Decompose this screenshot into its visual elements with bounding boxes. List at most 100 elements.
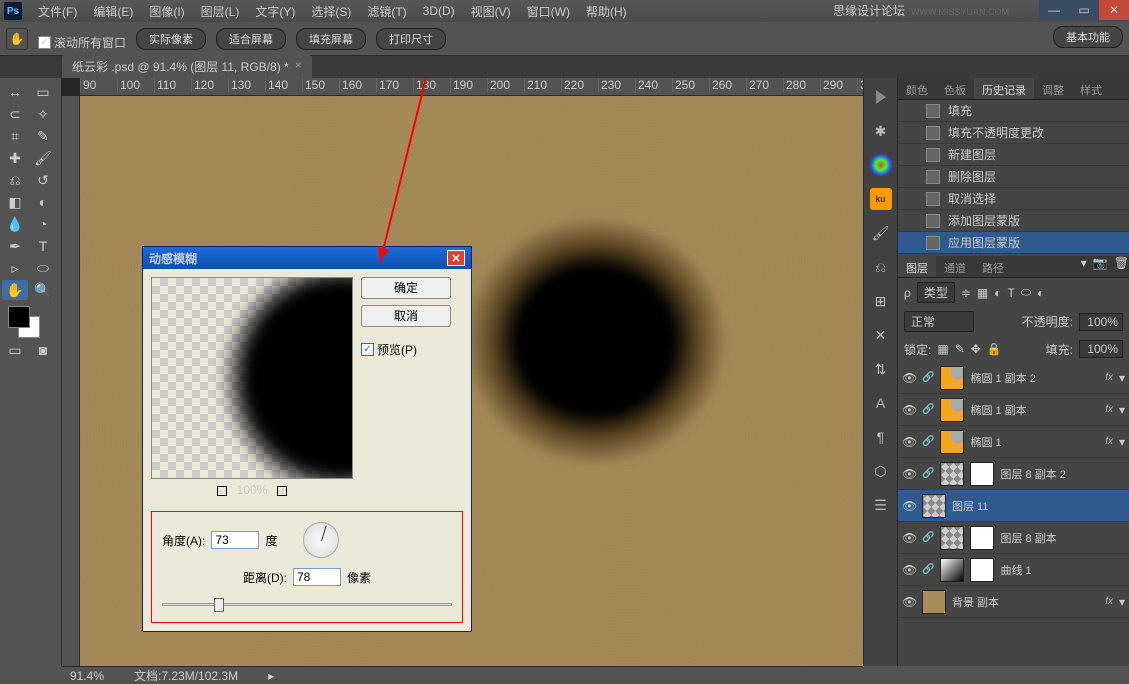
- play-icon[interactable]: [870, 86, 892, 108]
- menu-image[interactable]: 图像(I): [141, 0, 192, 22]
- menu-filter[interactable]: 滤镜(T): [359, 0, 414, 22]
- visibility-toggle[interactable]: 👁: [902, 563, 916, 577]
- blur-tool[interactable]: 💧: [2, 214, 28, 234]
- print-size-button[interactable]: 打印尺寸: [376, 28, 446, 50]
- quick-mask-icon[interactable]: ◙: [30, 340, 56, 360]
- history-item[interactable]: 添加图层蒙版: [898, 210, 1129, 232]
- dialog-title-bar[interactable]: 动感模糊 ✕: [143, 247, 471, 269]
- menu-select[interactable]: 选择(S): [303, 0, 359, 22]
- tab-color[interactable]: 颜色: [898, 78, 936, 99]
- char-icon[interactable]: A: [870, 392, 892, 414]
- ok-button[interactable]: 确定: [361, 277, 451, 299]
- layer-row[interactable]: 👁🔗曲线 1: [898, 554, 1129, 586]
- history-brush-tool[interactable]: ↺: [30, 170, 56, 190]
- dialog-close-button[interactable]: ✕: [447, 250, 465, 266]
- history-item[interactable]: 填充不透明度更改: [898, 122, 1129, 144]
- type-tool[interactable]: T: [30, 236, 56, 256]
- tab-paths[interactable]: 路径: [974, 256, 1012, 277]
- layer-row[interactable]: 👁🔗图层 8 副本 2: [898, 458, 1129, 490]
- opacity-input[interactable]: 100%: [1079, 313, 1123, 331]
- preview-checkbox[interactable]: ✓预览(P): [361, 341, 451, 358]
- stamp-tool[interactable]: ⎌: [2, 170, 28, 190]
- window-minimize[interactable]: —: [1039, 0, 1069, 20]
- distance-slider[interactable]: [162, 596, 452, 612]
- hand-tool[interactable]: ✋: [2, 280, 28, 300]
- blend-mode-select[interactable]: 正常: [904, 311, 974, 332]
- visibility-toggle[interactable]: 👁: [902, 403, 916, 417]
- history-item[interactable]: 应用图层蒙版: [898, 232, 1129, 254]
- layer-row[interactable]: 👁🔗椭圆 1fx▾: [898, 426, 1129, 458]
- window-close[interactable]: ✕: [1099, 0, 1129, 20]
- layer-row[interactable]: 👁图层 11: [898, 490, 1129, 522]
- history-item[interactable]: 填充: [898, 100, 1129, 122]
- menu-window[interactable]: 窗口(W): [519, 0, 578, 22]
- path-tool[interactable]: ▹: [2, 258, 28, 278]
- compass-icon[interactable]: ✱: [870, 120, 892, 142]
- pen-tool[interactable]: ✒: [2, 236, 28, 256]
- visibility-toggle[interactable]: 👁: [902, 499, 916, 513]
- para-icon[interactable]: ¶: [870, 426, 892, 448]
- history-item[interactable]: 新建图层: [898, 144, 1129, 166]
- swap-icon[interactable]: ⇅: [870, 358, 892, 380]
- visibility-toggle[interactable]: 👁: [902, 371, 916, 385]
- brush-panel-icon[interactable]: 🖌: [870, 222, 892, 244]
- document-tab[interactable]: 纸云彩 .psd @ 91.4% (图层 11, RGB/8) * ×: [62, 55, 312, 78]
- heal-tool[interactable]: ✚: [2, 148, 28, 168]
- kuler-icon[interactable]: ku: [870, 188, 892, 210]
- tab-style[interactable]: 样式: [1072, 78, 1110, 99]
- layer-row[interactable]: 👁背景 副本fx▾: [898, 586, 1129, 618]
- gradient-tool[interactable]: ◐: [30, 192, 56, 212]
- zoom-in-button[interactable]: +: [277, 486, 287, 496]
- tab-swatch[interactable]: 色板: [936, 78, 974, 99]
- scroll-all-checkbox-label[interactable]: 滚动所有窗口: [54, 34, 126, 51]
- move-tool[interactable]: ↔: [2, 82, 28, 102]
- brush-tool[interactable]: 🖌: [30, 148, 56, 168]
- visibility-toggle[interactable]: 👁: [902, 435, 916, 449]
- marquee-tool[interactable]: ▭: [30, 82, 56, 102]
- menu-type[interactable]: 文字(Y): [247, 0, 303, 22]
- brush-preset-icon[interactable]: ⎌: [870, 256, 892, 278]
- menu-edit[interactable]: 编辑(E): [85, 0, 141, 22]
- menu-help[interactable]: 帮助(H): [578, 0, 635, 22]
- layer-row[interactable]: 👁🔗图层 8 副本: [898, 522, 1129, 554]
- status-zoom[interactable]: 91.4%: [70, 669, 104, 683]
- kind-filter[interactable]: 类型: [917, 282, 955, 303]
- fill-screen-button[interactable]: 填充屏幕: [296, 28, 366, 50]
- history-item[interactable]: 取消选择: [898, 188, 1129, 210]
- camera-icon[interactable]: 📷: [1093, 256, 1108, 277]
- history-item[interactable]: 删除图层: [898, 166, 1129, 188]
- cancel-button[interactable]: 取消: [361, 305, 451, 327]
- tab-layers[interactable]: 图层: [898, 256, 936, 277]
- lasso-tool[interactable]: ⊂: [2, 104, 28, 124]
- close-tab-icon[interactable]: ×: [295, 58, 302, 75]
- actual-pixels-button[interactable]: 实际像素: [136, 28, 206, 50]
- workspace-button[interactable]: 基本功能: [1053, 26, 1123, 48]
- visibility-toggle[interactable]: 👁: [902, 595, 916, 609]
- tab-channels[interactable]: 通道: [936, 256, 974, 277]
- distance-input[interactable]: [293, 568, 341, 586]
- visibility-toggle[interactable]: 👁: [902, 467, 916, 481]
- menu-file[interactable]: 文件(F): [30, 0, 85, 22]
- menu-view[interactable]: 视图(V): [463, 0, 519, 22]
- tab-history[interactable]: 历史记录: [974, 78, 1034, 99]
- trash-icon[interactable]: 🗑: [1114, 256, 1129, 277]
- fill-input[interactable]: 100%: [1079, 340, 1123, 358]
- shape-tool[interactable]: ⬭: [30, 258, 56, 278]
- visibility-toggle[interactable]: 👁: [902, 531, 916, 545]
- zoom-out-button[interactable]: -: [217, 486, 227, 496]
- zoom-tool[interactable]: 🔍: [30, 280, 56, 300]
- 3d-icon[interactable]: ⬡: [870, 460, 892, 482]
- dialog-preview[interactable]: [151, 277, 353, 479]
- clone-icon[interactable]: ⊞: [870, 290, 892, 312]
- filter-icon[interactable]: ▾: [1081, 256, 1087, 277]
- tab-adjust[interactable]: 调整: [1034, 78, 1072, 99]
- color-wheel-icon[interactable]: [870, 154, 892, 176]
- lock-trans-icon[interactable]: ▦: [937, 342, 948, 356]
- wand-tool[interactable]: ✧: [30, 104, 56, 124]
- eyedropper-tool[interactable]: ✎: [30, 126, 56, 146]
- lock-paint-icon[interactable]: ✎: [955, 342, 965, 356]
- menu-3d[interactable]: 3D(D): [415, 0, 463, 22]
- dodge-tool[interactable]: ◔: [30, 214, 56, 234]
- eraser-tool[interactable]: ◧: [2, 192, 28, 212]
- menu-layer[interactable]: 图层(L): [193, 0, 248, 22]
